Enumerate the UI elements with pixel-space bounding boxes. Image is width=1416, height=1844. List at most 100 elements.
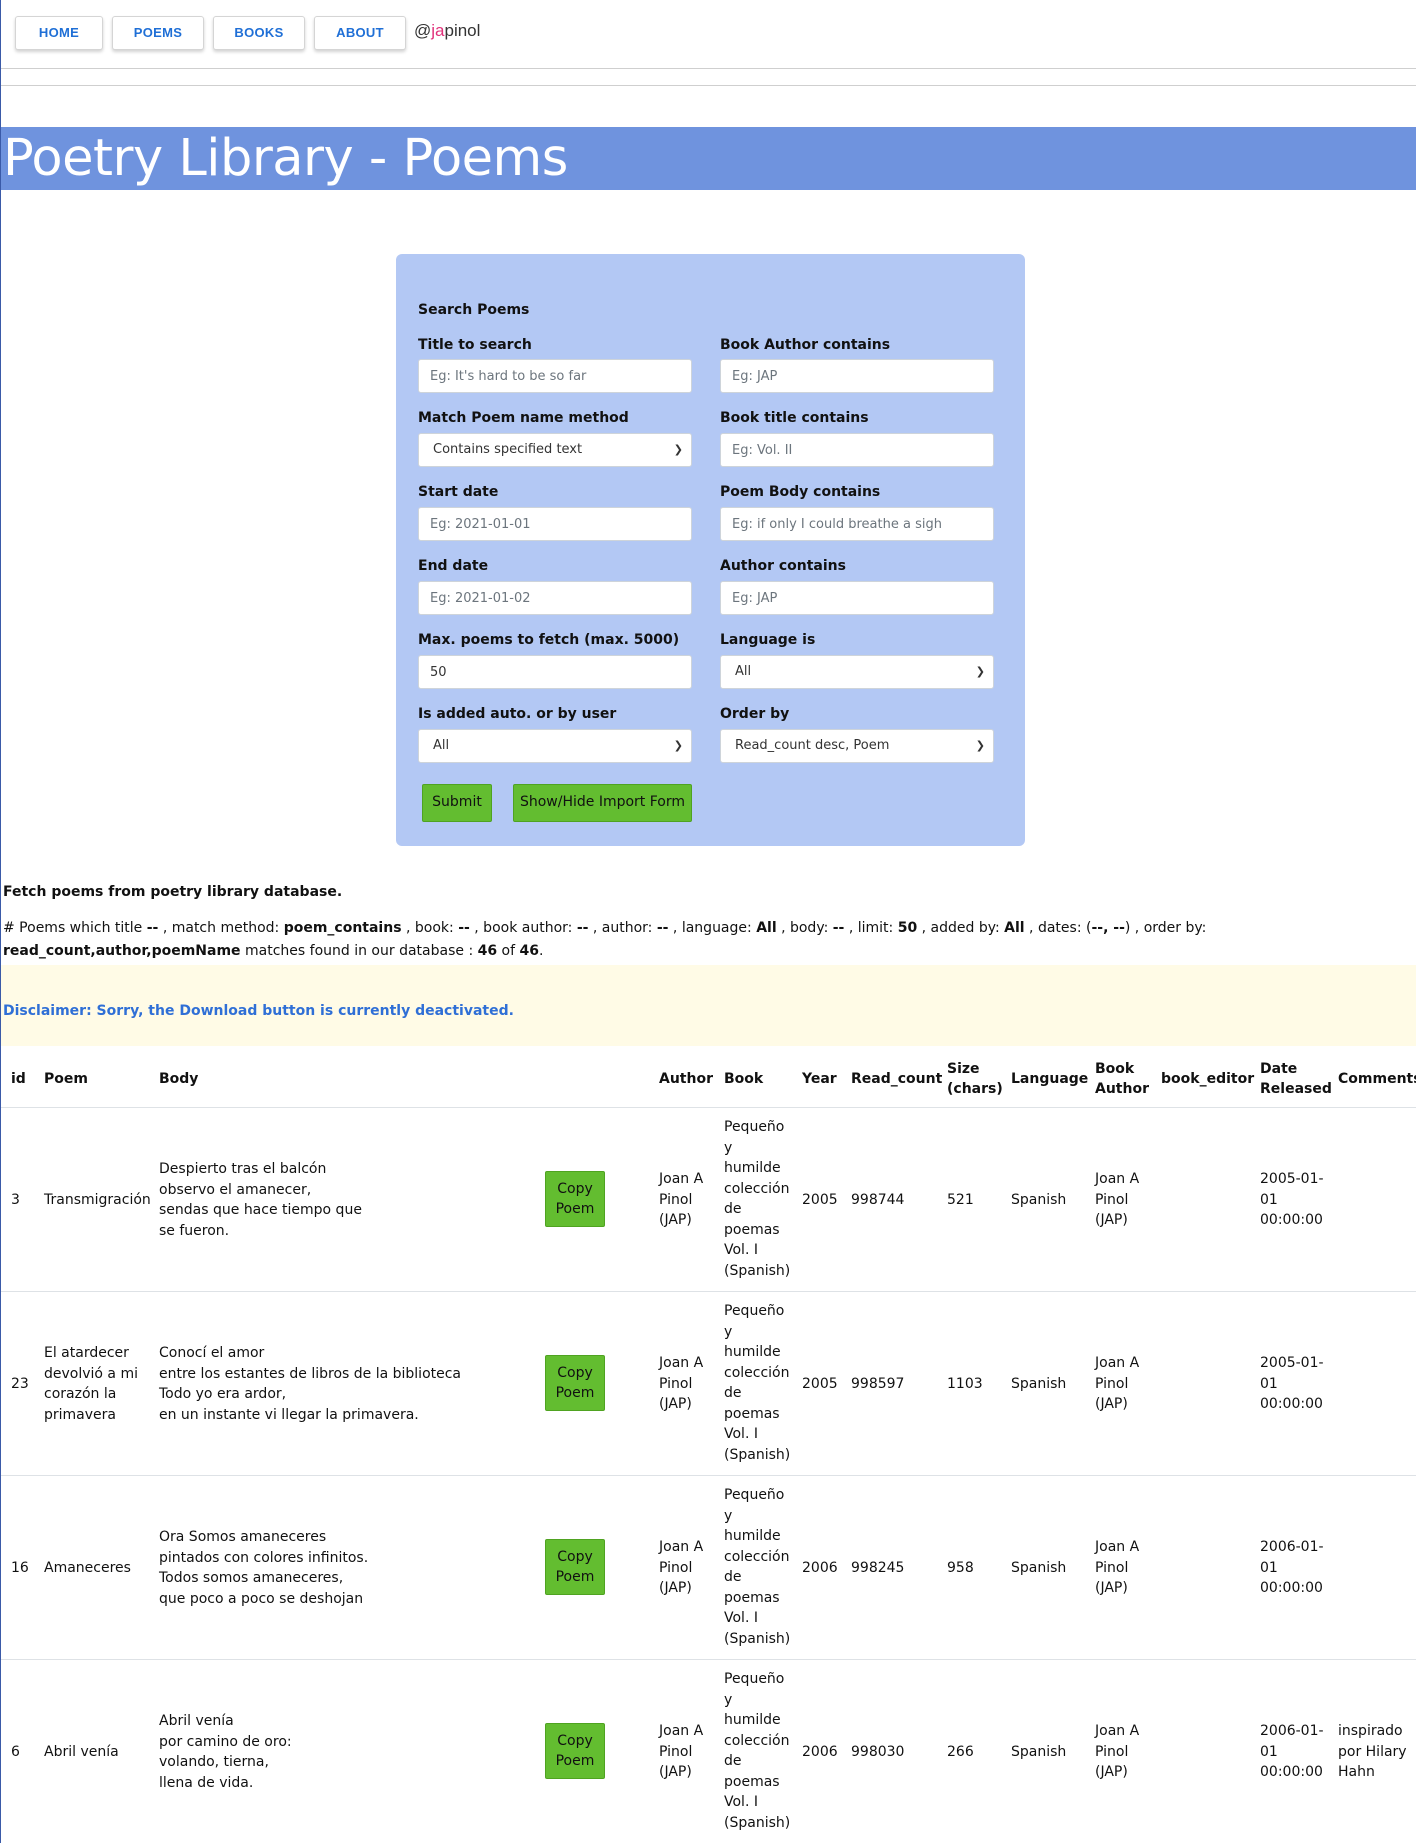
summary-book: --: [458, 920, 470, 936]
cell-year: 2005: [802, 1192, 838, 1208]
cell-book: Pequeño y humilde colección de poemas Vo…: [724, 1487, 791, 1647]
cell-read-count: 998597: [851, 1376, 905, 1392]
summary-limit: 50: [897, 920, 918, 936]
start-date-input[interactable]: [418, 507, 692, 541]
author-contains-label: Author contains: [720, 558, 846, 574]
page-header: Poetry Library - Poems: [1, 127, 1416, 190]
summary-text: # Poems which title: [3, 920, 147, 936]
cell-book: Pequeño y humilde colección de poemas Vo…: [724, 1119, 791, 1279]
col-header-body: Body: [159, 1071, 199, 1087]
summary-text: , match method:: [158, 920, 284, 936]
book-author-label: Book Author contains: [720, 337, 891, 353]
table-row: 6 Abril venía Abril venía por camino de …: [1, 1659, 1416, 1844]
end-date-label: End date: [418, 558, 489, 574]
cell-poem: Transmigración: [44, 1192, 151, 1208]
summary-text: ) , order by:: [1124, 920, 1207, 936]
title-search-input[interactable]: [418, 359, 692, 393]
chevron-down-icon: ❯: [673, 443, 683, 456]
title-search-label: Title to search: [418, 337, 532, 353]
cell-book: Pequeño y humilde colección de poemas Vo…: [724, 1303, 791, 1463]
summary-text: , added by:: [917, 920, 1005, 936]
col-header-language: Language: [1011, 1071, 1089, 1087]
author-contains-input[interactable]: [720, 581, 994, 615]
summary-body: --: [832, 920, 845, 936]
disclaimer-box: Disclaimer: Sorry, the Download button i…: [1, 965, 1416, 1046]
submit-button[interactable]: Submit: [422, 784, 492, 822]
page-title: Poetry Library - Poems: [3, 129, 568, 188]
summary-text: .: [538, 943, 544, 959]
cell-date-released: 2005-01- 01 00:00:00: [1260, 1171, 1324, 1228]
summary-text: , author:: [588, 920, 657, 936]
end-date-input[interactable]: [418, 581, 692, 615]
cell-year: 2006: [802, 1744, 838, 1760]
cell-read-count: 998030: [851, 1744, 905, 1760]
search-form-title: Search Poems: [418, 302, 530, 318]
book-author-input[interactable]: [720, 359, 994, 393]
brand-prefix: @: [414, 21, 432, 40]
nav-books-button[interactable]: BOOKS: [213, 16, 305, 50]
cell-body: Conocí el amor entre los estantes de lib…: [159, 1345, 462, 1423]
copy-poem-button[interactable]: Copy Poem: [545, 1539, 605, 1595]
summary-text: of: [497, 943, 520, 959]
summary-book-author: --: [576, 920, 589, 936]
copy-poem-button[interactable]: Copy Poem: [545, 1723, 605, 1779]
disclaimer-text: Disclaimer: Sorry, the Download button i…: [3, 1003, 514, 1019]
cell-id: 3: [11, 1192, 20, 1208]
match-method-label: Match Poem name method: [418, 410, 629, 426]
cell-language: Spanish: [1011, 1376, 1067, 1392]
table-row: 23 El atardecer devolvió a mi corazón la…: [1, 1291, 1416, 1476]
max-poems-label: Max. poems to fetch (max. 5000): [418, 632, 680, 648]
summary-added-by: All: [1004, 920, 1025, 936]
results-summary: # Poems which title -- , match method: p…: [3, 917, 1409, 963]
col-header-read-count: Read_count: [851, 1071, 943, 1087]
book-title-input[interactable]: [720, 433, 994, 467]
poem-body-input[interactable]: [720, 507, 994, 541]
nav-poems-button[interactable]: POEMS: [112, 16, 204, 50]
col-header-book-editor: book_editor: [1161, 1071, 1255, 1087]
chevron-down-icon: ❯: [975, 739, 985, 752]
col-header-book-author: Book Author: [1095, 1061, 1149, 1097]
nav-about-button[interactable]: ABOUT: [314, 16, 406, 50]
chevron-down-icon: ❯: [673, 739, 683, 752]
match-method-select[interactable]: Contains specified text ❯: [418, 433, 692, 467]
added-by-value: All: [433, 738, 450, 753]
cell-book-author: Joan A Pinol (JAP): [1095, 1539, 1140, 1596]
order-by-label: Order by: [720, 706, 790, 722]
cell-read-count: 998744: [851, 1192, 905, 1208]
cell-poem: Amaneceres: [44, 1560, 131, 1576]
cell-size: 266: [947, 1744, 974, 1760]
cell-comments: inspirado por Hilary Hahn: [1338, 1723, 1407, 1780]
copy-poem-button[interactable]: Copy Poem: [545, 1355, 605, 1411]
order-by-select[interactable]: Read_count desc, Poem ❯: [720, 729, 994, 763]
summary-method: poem_contains: [283, 920, 402, 936]
col-header-author: Author: [659, 1071, 713, 1087]
cell-book-author: Joan A Pinol (JAP): [1095, 1355, 1140, 1412]
copy-poem-button[interactable]: Copy Poem: [545, 1171, 605, 1227]
col-header-book: Book: [724, 1071, 764, 1087]
cell-body: Ora Somos amaneceres pintados con colore…: [159, 1529, 369, 1607]
summary-title: --: [146, 920, 159, 936]
col-header-id: id: [11, 1071, 26, 1087]
cell-date-released: 2006-01- 01 00:00:00: [1260, 1723, 1324, 1780]
cell-language: Spanish: [1011, 1744, 1067, 1760]
cell-author: Joan A Pinol (JAP): [659, 1171, 704, 1228]
cell-size: 1103: [947, 1376, 983, 1392]
brand-suffix: pinol: [444, 21, 481, 40]
cell-date-released: 2005-01- 01 00:00:00: [1260, 1355, 1324, 1412]
search-form: Search Poems Title to search Book Author…: [396, 254, 1025, 846]
summary-text: , dates: (: [1024, 920, 1092, 936]
language-select[interactable]: All ❯: [720, 655, 994, 689]
toggle-import-form-button[interactable]: Show/Hide Import Form: [513, 784, 692, 822]
col-header-year: Year: [802, 1071, 837, 1087]
nav-home-button[interactable]: HOME: [15, 16, 103, 50]
brand-handle[interactable]: @japinol: [414, 21, 480, 41]
cell-id: 16: [11, 1560, 29, 1576]
cell-language: Spanish: [1011, 1560, 1067, 1576]
summary-text: , body:: [776, 920, 833, 936]
max-poems-input[interactable]: [418, 655, 692, 689]
added-by-select[interactable]: All ❯: [418, 729, 692, 763]
cell-body: Despierto tras el balcón observo el aman…: [159, 1161, 362, 1239]
book-title-label: Book title contains: [720, 410, 869, 426]
col-header-size: Size (chars): [947, 1061, 1003, 1097]
cell-id: 6: [11, 1744, 20, 1760]
